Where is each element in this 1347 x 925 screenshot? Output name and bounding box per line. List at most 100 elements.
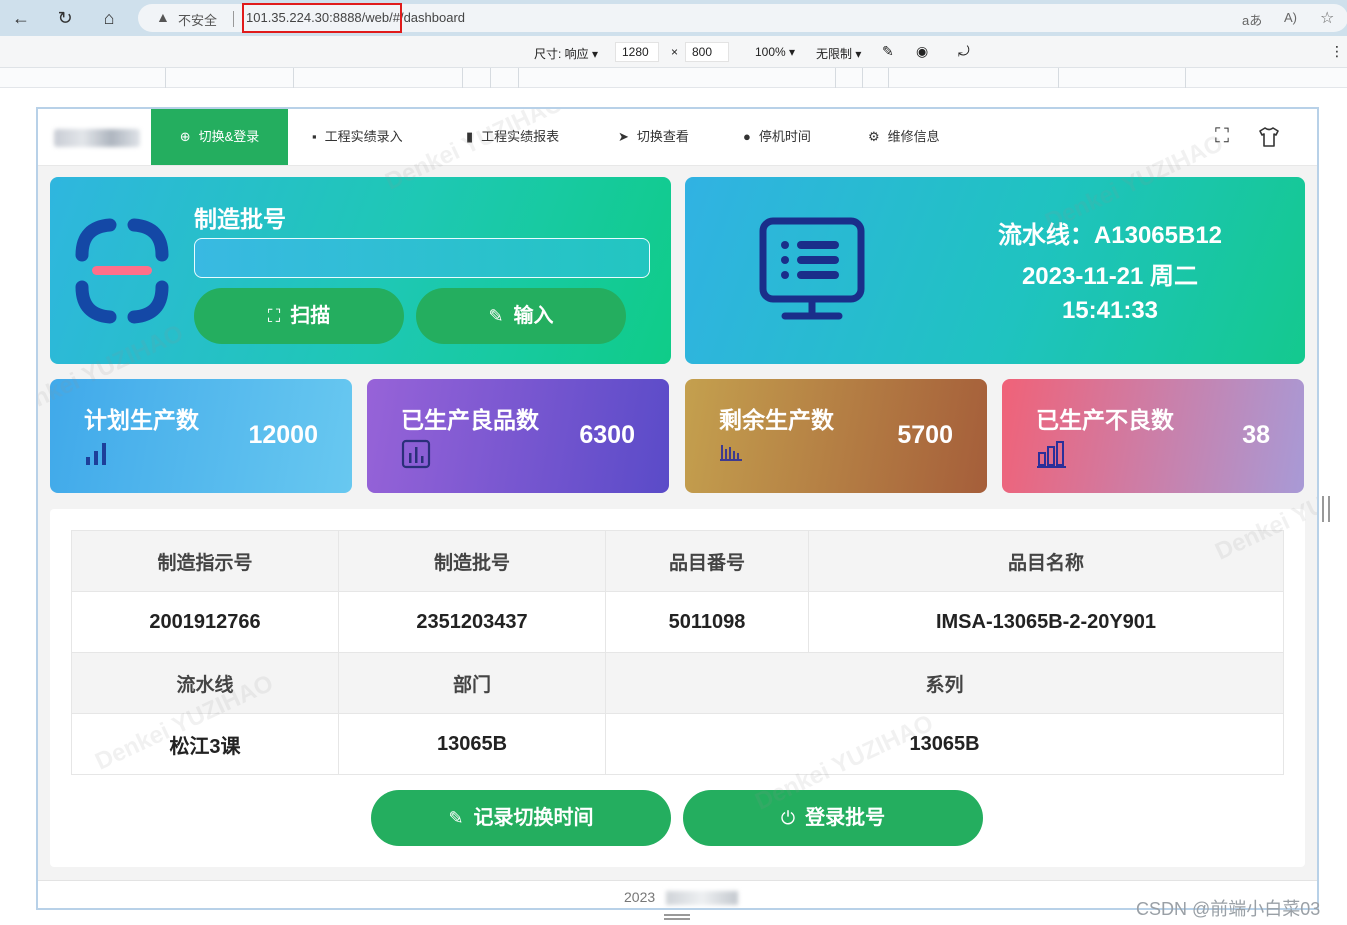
- device-height-input[interactable]: 800: [685, 42, 729, 62]
- stat-value: 12000: [248, 421, 318, 449]
- header-item-name: 品目名称: [808, 530, 1284, 592]
- stat-value: 6300: [579, 421, 635, 449]
- monitor-icon: [759, 217, 865, 320]
- batch-card: 制造批号 ⛶ 扫描 ✎ 输入: [50, 177, 671, 364]
- refresh-icon[interactable]: ↻: [52, 6, 78, 30]
- comment-icon: ▪: [312, 129, 317, 144]
- production-info-table: 制造指示号 制造批号 品目番号 品目名称 2001912766 23512034…: [71, 530, 1284, 775]
- home-icon[interactable]: ⌂: [96, 6, 122, 30]
- device-size-select[interactable]: 尺寸: 响应 ▾: [534, 45, 598, 62]
- tab-downtime[interactable]: ● 停机时间: [743, 109, 811, 165]
- record-label: 记录切换时间: [473, 807, 594, 829]
- chart-box-icon: [401, 439, 431, 469]
- csdn-watermark: CSDN @前端小白菜03: [1136, 899, 1321, 919]
- edit-pencil-icon: ✎: [488, 306, 504, 326]
- address-bar[interactable]: ▲ 不安全 101.35.224.30:8888/web/#/dashboard…: [138, 3, 1347, 33]
- app-frame: ⊕ 切换&登录 ▪ 工程实绩录入 ▮ 工程实绩报表 ➤ 切换查看 ● 停机时间 ⚙ 维修信息…: [36, 107, 1319, 910]
- stat-label: 已生产不良数: [1036, 407, 1174, 433]
- header-item-no: 品目番号: [605, 530, 809, 592]
- edit-square-icon: ✎: [448, 808, 464, 828]
- header-batch-no: 制造批号: [338, 530, 606, 592]
- item-no-value: 5011098: [605, 591, 809, 653]
- tab-label: 工程实绩录入: [324, 129, 403, 144]
- stat-label: 计划生产数: [84, 407, 199, 433]
- scan-frame-icon: [75, 218, 169, 324]
- rotate-icon[interactable]: ⤾: [958, 43, 970, 60]
- stat-planned: 计划生产数 12000: [50, 379, 352, 493]
- login-batch-button[interactable]: ⏻ 登录批号: [683, 790, 983, 846]
- resize-handle-right[interactable]: [1322, 496, 1330, 522]
- header-line: 流水线: [71, 652, 339, 714]
- bar-chart-icon: ▮: [466, 129, 474, 144]
- read-aloud-icon[interactable]: aあ: [1242, 10, 1262, 29]
- throttle-select[interactable]: 无限制 ▾: [816, 45, 861, 62]
- column-chart-icon: [1037, 441, 1066, 468]
- times-sign: ×: [671, 45, 679, 59]
- info-circle-icon: ●: [743, 129, 751, 144]
- record-switch-time-button[interactable]: ✎ 记录切换时间: [371, 790, 671, 846]
- series-value: 13065B: [605, 713, 1284, 775]
- plus-circle-icon: ⊕: [179, 129, 191, 144]
- tab-label: 工程实绩报表: [481, 129, 560, 144]
- more-options-icon[interactable]: ⋮: [1330, 43, 1344, 60]
- stat-value: 5700: [897, 421, 953, 449]
- power-icon: ⏻: [780, 808, 796, 828]
- eyedropper-icon[interactable]: ✎: [882, 43, 894, 60]
- scan-icon: ⛶: [267, 306, 281, 326]
- url-highlight-box: [242, 3, 402, 33]
- tab-label: 维修信息: [887, 129, 940, 144]
- shirt-icon[interactable]: [1257, 125, 1281, 155]
- scan-button[interactable]: ⛶ 扫描: [194, 288, 404, 344]
- table-row: 2001912766 2351203437 5011098 IMSA-13065…: [71, 591, 1284, 653]
- table-row: 松江3课 13065B 13065B: [71, 713, 1284, 775]
- footer-year: 2023: [624, 889, 656, 905]
- tab-label: 切换查看: [636, 129, 689, 144]
- table-header-row: 制造指示号 制造批号 品目番号 品目名称: [71, 530, 1284, 592]
- media-query-ruler: [0, 68, 1347, 88]
- logo: [54, 129, 140, 147]
- login-label: 登录批号: [805, 807, 886, 829]
- header-department: 部门: [338, 652, 606, 714]
- warning-icon: ▲: [156, 9, 170, 25]
- input-label: 输入: [513, 305, 554, 327]
- back-arrow-icon[interactable]: ←: [8, 6, 34, 30]
- tab-production-report[interactable]: ▮ 工程实绩报表: [466, 109, 559, 165]
- header-order-no: 制造指示号: [71, 530, 339, 592]
- gear-icon: ⚙: [868, 129, 880, 144]
- line-value: 松江3课: [71, 713, 339, 775]
- scan-label: 扫描: [290, 305, 331, 327]
- eye-icon[interactable]: ◉: [916, 43, 928, 60]
- favorite-star-icon[interactable]: ☆: [1320, 8, 1334, 28]
- device-toolbar: 尺寸: 响应 ▾ 1280 × 800 100% ▾ 无限制 ▾ ✎ ◉ ⤾ ⋮: [0, 36, 1347, 68]
- top-navigation: ⊕ 切换&登录 ▪ 工程实绩录入 ▮ 工程实绩报表 ➤ 切换查看 ● 停机时间 ⚙ 维修信息…: [38, 109, 1317, 166]
- table-header-row: 流水线 部门 系列: [71, 652, 1284, 714]
- fullscreen-icon[interactable]: ⛶: [1215, 125, 1229, 148]
- tab-maintenance[interactable]: ⚙ 维修信息: [868, 109, 940, 165]
- signal-bars-icon: [86, 443, 106, 465]
- tab-switch-view[interactable]: ➤ 切换查看: [618, 109, 689, 165]
- stat-label: 剩余生产数: [719, 407, 834, 433]
- zoom-select[interactable]: 100% ▾: [755, 45, 795, 59]
- line-info-card: 流水线：A13065B12 2023-11-21 周二 15:41:33: [685, 177, 1305, 364]
- tab-production-entry[interactable]: ▪ 工程实绩录入: [312, 109, 403, 165]
- batch-number-input[interactable]: [194, 238, 650, 278]
- batch-title: 制造批号: [194, 206, 286, 232]
- footer: 2023: [38, 880, 1317, 908]
- security-label: 不安全: [178, 13, 218, 28]
- device-width-input[interactable]: 1280: [615, 42, 659, 62]
- send-icon: ➤: [618, 129, 629, 144]
- text-size-icon[interactable]: A): [1284, 10, 1297, 25]
- batch-no-value: 2351203437: [338, 591, 606, 653]
- stat-remaining: 剩余生产数 5700: [685, 379, 987, 493]
- department-value: 13065B: [338, 713, 606, 775]
- stat-defective: 已生产不良数 38: [1002, 379, 1304, 493]
- current-time: 15:41:33: [1061, 297, 1159, 324]
- resize-handle-bottom[interactable]: [664, 914, 690, 920]
- input-button[interactable]: ✎ 输入: [416, 288, 626, 344]
- header-series: 系列: [605, 652, 1284, 714]
- browser-toolbar: ← ↻ ⌂ ▲ 不安全 101.35.224.30:8888/web/#/das…: [0, 0, 1347, 36]
- tab-switch-login[interactable]: ⊕ 切换&登录: [151, 109, 288, 165]
- address-divider: [233, 11, 234, 27]
- stat-value: 38: [1242, 421, 1270, 449]
- item-name-value: IMSA-13065B-2-20Y901: [808, 591, 1284, 653]
